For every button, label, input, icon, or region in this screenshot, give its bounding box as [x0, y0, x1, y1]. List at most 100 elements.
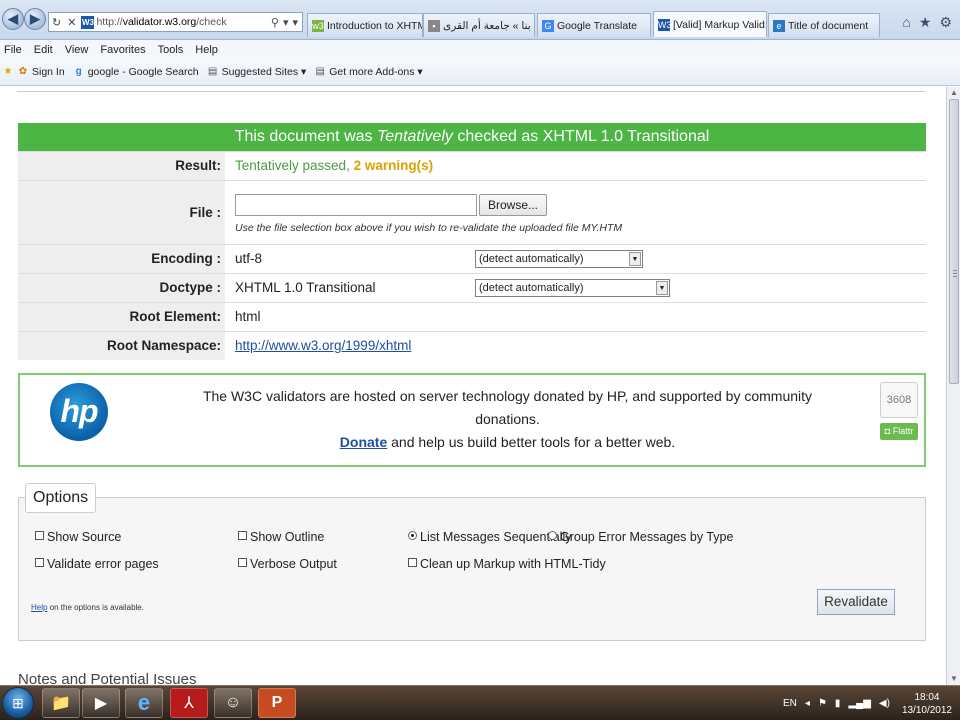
tab-uqu-contact[interactable]: ▪ اتصل بنا » جامعة أم القرى [423, 13, 535, 37]
action-center-flag-icon[interactable]: ⚑ [818, 698, 827, 709]
stop-icon[interactable]: ✕ [67, 16, 76, 29]
flattr-count: 3608 [880, 382, 918, 418]
explorer-icon[interactable]: 📁 [42, 688, 80, 718]
table-row: Encoding : utf-8 (detect automatically) ▼ [18, 243, 926, 273]
scroll-thumb[interactable] [949, 99, 959, 384]
table-row: Root Namespace: http://www.w3.org/1999/x… [18, 330, 926, 360]
fav-google-search[interactable]: g google - Google Search [73, 66, 199, 78]
messenger-icon[interactable]: ☺ [214, 688, 252, 718]
menu-favorites[interactable]: Favorites [100, 44, 145, 56]
show-outline-checkbox[interactable] [238, 530, 247, 540]
fav-get-addons[interactable]: ▤ Get more Add-ons ▾ [314, 66, 423, 78]
table-row: File : Browse... Use the file selection … [18, 179, 926, 244]
cleanup-tidy-checkbox[interactable] [408, 557, 417, 567]
page-icon: ▤ [315, 66, 325, 77]
menu-tools[interactable]: Tools [158, 44, 184, 56]
group-by-type-radio[interactable] [548, 530, 557, 540]
w3c-icon: w3 [312, 19, 324, 32]
favorites-star-icon[interactable]: ★ [919, 14, 932, 31]
show-source-checkbox[interactable] [35, 530, 44, 540]
tab-markup-validator[interactable]: W3 [Valid] Markup Valid... ✕ [653, 11, 767, 37]
root-namespace-label: Root Namespace: [18, 330, 225, 360]
scroll-down-icon[interactable]: ▼ [949, 674, 959, 684]
flattr-icon: ◘ [884, 426, 893, 436]
menu-edit[interactable]: Edit [34, 44, 53, 56]
validate-error-pages-checkbox[interactable] [35, 557, 44, 567]
translate-icon: G [542, 19, 554, 32]
cleanup-tidy-option[interactable]: Clean up Markup with HTML-Tidy [408, 557, 606, 571]
result-banner: This document was Tentatively checked as… [18, 123, 926, 151]
list-sequential-option[interactable]: List Messages Sequentially [408, 530, 571, 544]
search-icon[interactable]: ⚲ [271, 16, 279, 29]
screen: ◀ ▶ ↻ ✕ W3 http://validator.w3.org/check… [0, 0, 960, 720]
file-input[interactable] [235, 194, 477, 216]
warning-count: 2 warning(s) [353, 158, 434, 173]
revalidate-button[interactable]: Revalidate [817, 589, 895, 615]
tab-label: Introduction to XHTML [327, 19, 423, 32]
doctype-select[interactable]: (detect automatically) ▼ [475, 278, 670, 297]
powerpoint-icon[interactable]: P [258, 688, 296, 718]
file-label: File : [18, 179, 225, 244]
page-viewport: This document was Tentatively checked as… [0, 87, 946, 685]
address-bar[interactable]: ↻ ✕ W3 http://validator.w3.org/check ⚲ ▾… [48, 12, 303, 32]
fav-suggested-sites[interactable]: ▤ Suggested Sites ▾ [207, 66, 306, 78]
address-url[interactable]: http://validator.w3.org/check [96, 16, 270, 28]
options-legend[interactable]: Options [25, 483, 97, 513]
group-by-type-option[interactable]: Group Error Messages by Type [548, 530, 733, 544]
home-icon[interactable]: ⌂ [902, 14, 910, 31]
media-player-icon[interactable]: ▶ [82, 688, 120, 718]
scroll-up-icon[interactable]: ▲ [949, 88, 959, 98]
tab-label: اتصل بنا » جامعة أم القرى [443, 19, 534, 32]
table-row: Root Element: html [18, 301, 926, 331]
language-indicator[interactable]: EN [783, 698, 797, 709]
help-link[interactable]: Help [31, 603, 47, 612]
tab-label: Google Translate [557, 19, 637, 32]
tab-google-translate[interactable]: G Google Translate [537, 13, 651, 37]
refresh-icon[interactable]: ↻ [52, 16, 61, 29]
clock[interactable]: 18:04 13/10/2012 [902, 691, 952, 717]
gear-icon[interactable]: ⚙ [939, 14, 952, 31]
network-signal-icon[interactable]: ▂▄▆ [848, 698, 870, 709]
menu-help[interactable]: Help [195, 44, 218, 56]
tab-intro-xhtml[interactable]: w3 Introduction to XHTML [307, 13, 423, 37]
menu-file[interactable]: File [4, 44, 22, 56]
encoding-select[interactable]: (detect automatically) ▼ [475, 249, 643, 268]
ie-icon[interactable]: e [125, 688, 163, 718]
list-sequential-radio[interactable] [408, 530, 417, 540]
browser-toolbar: ◀ ▶ ↻ ✕ W3 http://validator.w3.org/check… [0, 0, 960, 40]
acrobat-icon[interactable]: ⅄ [170, 688, 208, 718]
fav-sign-in[interactable]: ✿ Sign In [17, 66, 65, 78]
doctype-label: Doctype : [18, 272, 225, 302]
favorites-star-icon[interactable]: ★ [2, 66, 14, 78]
system-tray: EN ◂ ⚑ ▮ ▂▄▆ ◀) 18:04 13/10/2012 [775, 686, 960, 720]
compat-view-icon[interactable]: ▾ [283, 16, 289, 29]
namespace-link[interactable]: http://www.w3.org/1999/xhtml [235, 338, 411, 353]
verbose-output-option[interactable]: Verbose Output [238, 557, 337, 571]
verbose-output-checkbox[interactable] [238, 557, 247, 567]
show-source-option[interactable]: Show Source [35, 530, 121, 544]
table-row: Result: Tentatively passed, 2 warning(s) [18, 150, 926, 180]
tab-title-of-document[interactable]: e Title of document [768, 13, 880, 37]
result-table: This document was Tentatively checked as… [18, 123, 926, 360]
encoding-label: Encoding : [18, 243, 225, 273]
show-hidden-icons-icon[interactable]: ◂ [805, 698, 810, 709]
start-button[interactable]: ⊞ [2, 687, 34, 719]
back-icon[interactable]: ◀ [2, 8, 24, 30]
donate-link[interactable]: Donate [340, 434, 387, 450]
notes-heading: Notes and Potential Issues [18, 671, 197, 685]
battery-icon[interactable]: ▮ [835, 698, 841, 709]
validate-error-pages-option[interactable]: Validate error pages [35, 557, 159, 571]
vertical-scrollbar[interactable]: ▲ ▼ [946, 87, 960, 685]
result-value: Tentatively passed, 2 warning(s) [225, 150, 926, 180]
flattr-button[interactable]: ◘ Flattr [880, 423, 918, 440]
show-outline-option[interactable]: Show Outline [238, 530, 324, 544]
hp-logo[interactable]: hp [50, 383, 108, 441]
volume-icon[interactable]: ◀) [879, 698, 890, 709]
table-row: Doctype : XHTML 1.0 Transitional (detect… [18, 272, 926, 302]
browse-button[interactable]: Browse... [479, 194, 548, 216]
msn-icon: ✿ [18, 66, 28, 77]
forward-icon[interactable]: ▶ [24, 8, 46, 30]
page-icon: ▤ [207, 66, 218, 77]
menu-view[interactable]: View [65, 44, 89, 56]
dropdown-icon[interactable]: ▾ [292, 16, 298, 29]
